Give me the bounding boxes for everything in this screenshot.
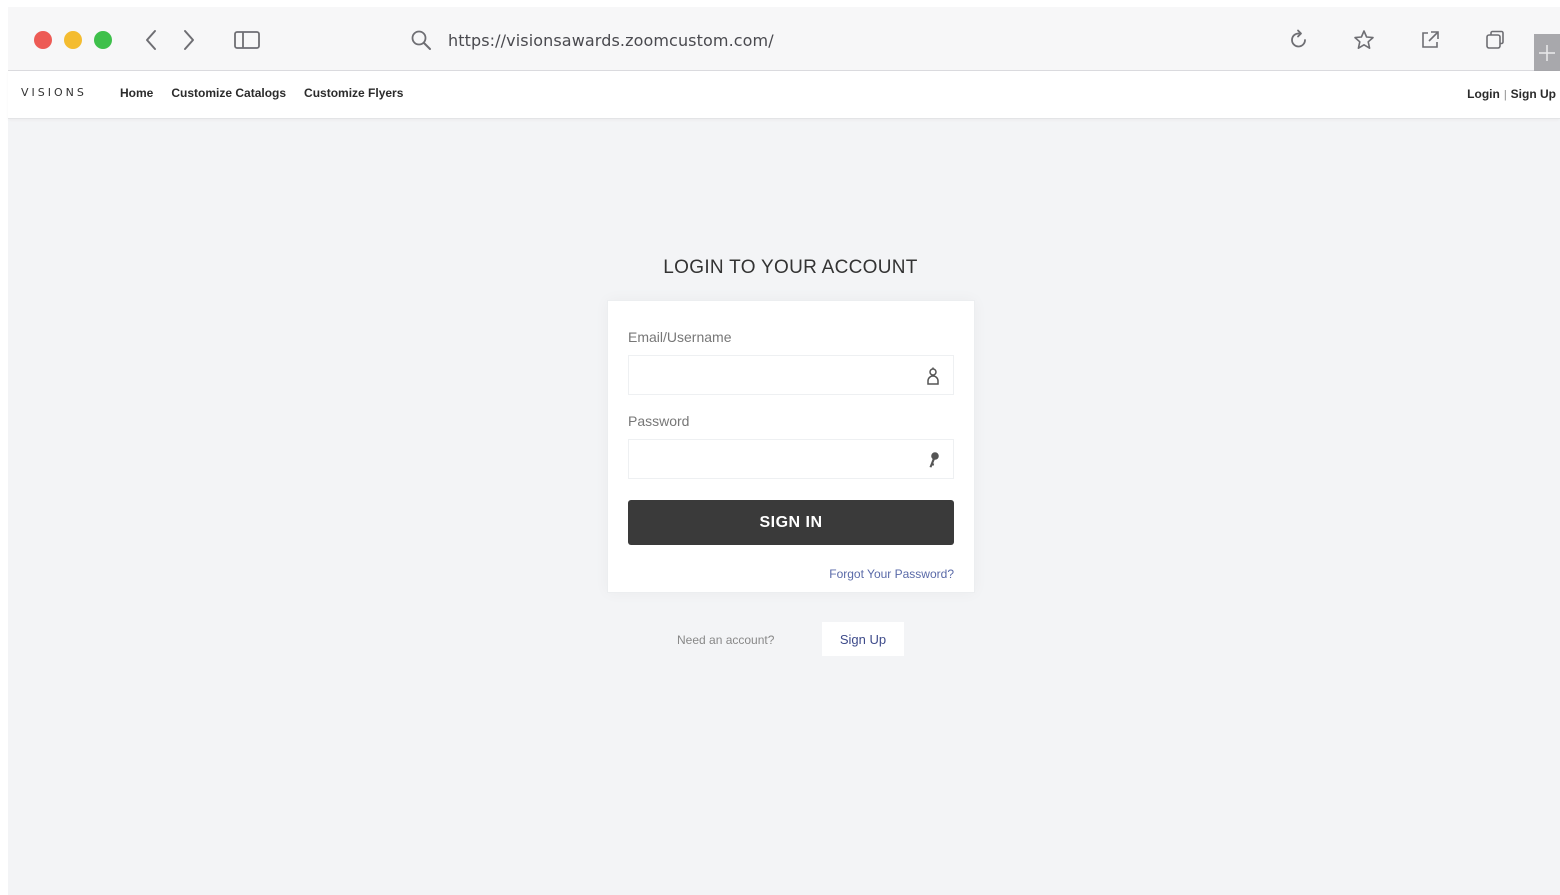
back-icon[interactable]	[136, 25, 166, 55]
bookmark-star-icon[interactable]	[1349, 25, 1379, 55]
close-window-button[interactable]	[34, 31, 52, 49]
need-account-text: Need an account?	[677, 633, 775, 647]
header-login-link[interactable]: Login	[1467, 87, 1500, 101]
browser-window: https://visionsawards.zoomcustom.com/ VI…	[8, 7, 1560, 895]
auth-links: Login | Sign Up	[1467, 87, 1556, 101]
forward-icon[interactable]	[174, 25, 204, 55]
share-icon[interactable]	[1415, 25, 1445, 55]
tabs-icon[interactable]	[1480, 25, 1510, 55]
search-icon	[406, 25, 436, 55]
forgot-password-link[interactable]: Forgot Your Password?	[829, 567, 954, 581]
header-signup-link[interactable]: Sign Up	[1511, 87, 1556, 101]
browser-toolbar: https://visionsawards.zoomcustom.com/	[8, 7, 1560, 71]
sidebar-icon[interactable]	[232, 25, 262, 55]
sign-in-button[interactable]: SIGN IN	[628, 500, 954, 545]
site-logo[interactable]: VISIONS	[21, 86, 87, 99]
password-input[interactable]	[629, 440, 953, 478]
minimize-window-button[interactable]	[64, 31, 82, 49]
nav-customize-flyers[interactable]: Customize Flyers	[304, 86, 403, 100]
zoom-window-button[interactable]	[94, 31, 112, 49]
email-label: Email/Username	[628, 329, 732, 345]
site-header: VISIONS Home Customize Catalogs Customiz…	[8, 71, 1560, 119]
nav-customize-catalogs[interactable]: Customize Catalogs	[171, 86, 286, 100]
login-form: Email/Username Password SIGN IN Forgot Y…	[607, 300, 975, 593]
main-nav: Home Customize Catalogs Customize Flyers	[120, 86, 403, 100]
auth-separator: |	[1503, 89, 1507, 101]
login-title: LOGIN TO YOUR ACCOUNT	[663, 257, 918, 278]
key-icon	[925, 451, 941, 469]
new-tab-icon[interactable]	[1534, 34, 1560, 71]
reload-icon[interactable]	[1284, 25, 1314, 55]
user-icon	[925, 367, 941, 385]
nav-home[interactable]: Home	[120, 86, 153, 100]
password-label: Password	[628, 413, 690, 429]
email-field-wrapper	[628, 355, 954, 395]
password-field-wrapper	[628, 439, 954, 479]
address-bar-url[interactable]: https://visionsawards.zoomcustom.com/	[448, 31, 774, 51]
email-input[interactable]	[629, 356, 953, 394]
signup-link[interactable]: Sign Up	[822, 622, 904, 656]
